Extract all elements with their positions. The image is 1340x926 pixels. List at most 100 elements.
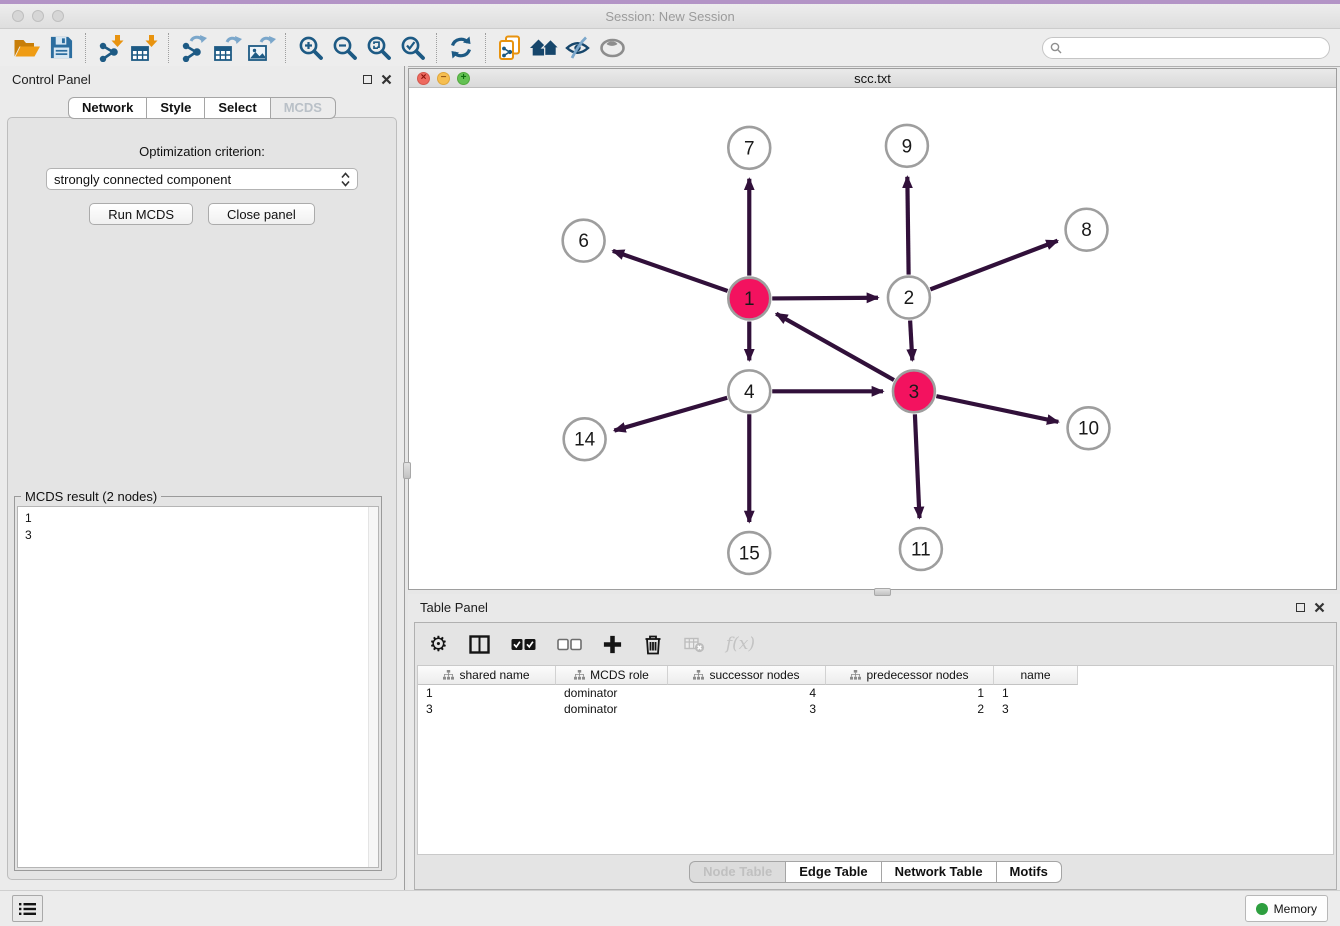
search-box[interactable] bbox=[1042, 37, 1330, 59]
graph-node-label-11: 11 bbox=[911, 539, 931, 560]
eye-slash-icon bbox=[564, 34, 592, 61]
column-header-name[interactable]: name bbox=[994, 666, 1078, 685]
split-columns-button[interactable] bbox=[469, 632, 490, 656]
network-graph[interactable]: 7968124314101511 bbox=[409, 88, 1336, 590]
add-row-button[interactable] bbox=[603, 632, 622, 656]
gear-icon: ⚙ bbox=[429, 634, 448, 655]
tab-edge-table[interactable]: Edge Table bbox=[785, 861, 880, 883]
graph-edge-2-3[interactable] bbox=[910, 320, 912, 360]
graph-node-label-9: 9 bbox=[902, 136, 913, 157]
mcds-result-item[interactable]: 3 bbox=[25, 527, 378, 544]
graph-edge-3-1[interactable] bbox=[776, 314, 894, 380]
table-cell-mcds-role[interactable]: dominator bbox=[556, 701, 668, 717]
memory-label: Memory bbox=[1274, 902, 1317, 916]
tab-node-table[interactable]: Node Table bbox=[689, 861, 785, 883]
table-cell-successor-nodes[interactable]: 3 bbox=[668, 701, 826, 717]
graph-node-label-15: 15 bbox=[739, 543, 760, 564]
tab-network-table[interactable]: Network Table bbox=[881, 861, 996, 883]
close-window-button[interactable] bbox=[12, 10, 24, 22]
close-panel-button[interactable]: Close panel bbox=[208, 203, 315, 225]
memory-button[interactable]: Memory bbox=[1245, 895, 1328, 922]
float-table-panel-button[interactable] bbox=[1296, 603, 1305, 612]
table-row[interactable]: 3dominator323 bbox=[418, 701, 1333, 717]
zoom-out-button[interactable] bbox=[327, 32, 361, 64]
close-panel-icon[interactable] bbox=[381, 74, 392, 85]
mcds-panel: Optimization criterion: strongly connect… bbox=[7, 117, 397, 880]
zoom-selected-button[interactable] bbox=[395, 32, 429, 64]
column-header-label: predecessor nodes bbox=[866, 668, 968, 682]
zoom-fit-button[interactable] bbox=[361, 32, 395, 64]
graph-edge-1-6[interactable] bbox=[613, 251, 728, 291]
minimize-network-button[interactable]: − bbox=[437, 72, 450, 85]
table-cell-shared-name[interactable]: 1 bbox=[418, 685, 556, 701]
table-cell-predecessor-nodes[interactable]: 2 bbox=[826, 701, 994, 717]
graph-node-label-10: 10 bbox=[1078, 419, 1099, 440]
birds-eye-view-button[interactable] bbox=[595, 32, 629, 64]
delete-row-button[interactable] bbox=[643, 632, 663, 656]
table-cell-mcds-role[interactable]: dominator bbox=[556, 685, 668, 701]
tab-motifs[interactable]: Motifs bbox=[996, 861, 1062, 883]
select-all-button[interactable] bbox=[511, 632, 536, 656]
float-panel-button[interactable] bbox=[363, 75, 372, 84]
import-network-button[interactable] bbox=[93, 32, 127, 64]
clone-network-button[interactable] bbox=[493, 32, 527, 64]
table-cell-successor-nodes[interactable]: 4 bbox=[668, 685, 826, 701]
zoom-in-button[interactable] bbox=[293, 32, 327, 64]
tab-mcds[interactable]: MCDS bbox=[270, 97, 336, 119]
column-header-successor-nodes[interactable]: successor nodes bbox=[668, 666, 826, 685]
home-button[interactable] bbox=[527, 32, 561, 64]
delete-table-button[interactable] bbox=[684, 632, 705, 656]
tab-style[interactable]: Style bbox=[146, 97, 204, 119]
column-header-label: successor nodes bbox=[709, 668, 799, 682]
tab-network[interactable]: Network bbox=[68, 97, 146, 119]
column-header-mcds-role[interactable]: MCDS role bbox=[556, 666, 668, 685]
table-cell-predecessor-nodes[interactable]: 1 bbox=[826, 685, 994, 701]
deselect-all-button[interactable] bbox=[557, 632, 582, 656]
search-input[interactable] bbox=[1067, 40, 1322, 56]
graph-node-label-2: 2 bbox=[904, 288, 915, 309]
toolbar-separator bbox=[436, 33, 437, 63]
result-scrollbar[interactable] bbox=[368, 507, 378, 867]
graph-edge-3-10[interactable] bbox=[936, 396, 1058, 422]
hide-labels-button[interactable] bbox=[561, 32, 595, 64]
close-network-button[interactable]: × bbox=[417, 72, 430, 85]
table-cell-name[interactable]: 1 bbox=[994, 685, 1078, 701]
table-cell-shared-name[interactable]: 3 bbox=[418, 701, 556, 717]
table-settings-button[interactable]: ⚙ bbox=[429, 632, 448, 656]
toolbar-separator bbox=[285, 33, 286, 63]
save-session-button[interactable] bbox=[44, 32, 78, 64]
graph-edge-4-14[interactable] bbox=[614, 398, 727, 431]
show-task-history-button[interactable] bbox=[12, 895, 43, 922]
column-header-predecessor-nodes[interactable]: predecessor nodes bbox=[826, 666, 994, 685]
minimize-window-button[interactable] bbox=[32, 10, 44, 22]
import-network-icon bbox=[95, 34, 125, 62]
run-mcds-button[interactable]: Run MCDS bbox=[89, 203, 193, 225]
graph-edge-3-11[interactable] bbox=[915, 414, 920, 518]
table-cell-name[interactable]: 3 bbox=[994, 701, 1078, 717]
table-row[interactable]: 1dominator411 bbox=[418, 685, 1333, 701]
graph-edge-1-2[interactable] bbox=[772, 298, 878, 299]
graph-edge-2-8[interactable] bbox=[930, 241, 1057, 290]
zoom-window-button[interactable] bbox=[52, 10, 64, 22]
home-icon bbox=[529, 35, 560, 61]
export-image-button[interactable] bbox=[244, 32, 278, 64]
maximize-network-button[interactable]: + bbox=[457, 72, 470, 85]
export-table-button[interactable] bbox=[210, 32, 244, 64]
column-header-label: shared name bbox=[459, 668, 529, 682]
column-header-shared-name[interactable]: shared name bbox=[418, 666, 556, 685]
import-table-button[interactable] bbox=[127, 32, 161, 64]
criterion-dropdown[interactable]: strongly connected component bbox=[46, 168, 358, 190]
function-builder-button[interactable]: f(x) bbox=[726, 632, 755, 656]
export-network-button[interactable] bbox=[176, 32, 210, 64]
open-session-button[interactable] bbox=[10, 32, 44, 64]
network-canvas[interactable]: 7968124314101511 bbox=[409, 88, 1336, 590]
close-table-panel-icon[interactable] bbox=[1314, 602, 1325, 613]
apply-layout-button[interactable] bbox=[444, 32, 478, 64]
control-panel-tabs: NetworkStyleSelectMCDS bbox=[0, 97, 404, 119]
refresh-layout-icon bbox=[447, 34, 475, 61]
graph-edge-2-9[interactable] bbox=[907, 177, 908, 275]
network-window-title: scc.txt bbox=[854, 71, 891, 86]
tab-select[interactable]: Select bbox=[204, 97, 269, 119]
mcds-result-item[interactable]: 1 bbox=[25, 510, 378, 527]
unchecked-boxes-icon bbox=[557, 637, 582, 652]
